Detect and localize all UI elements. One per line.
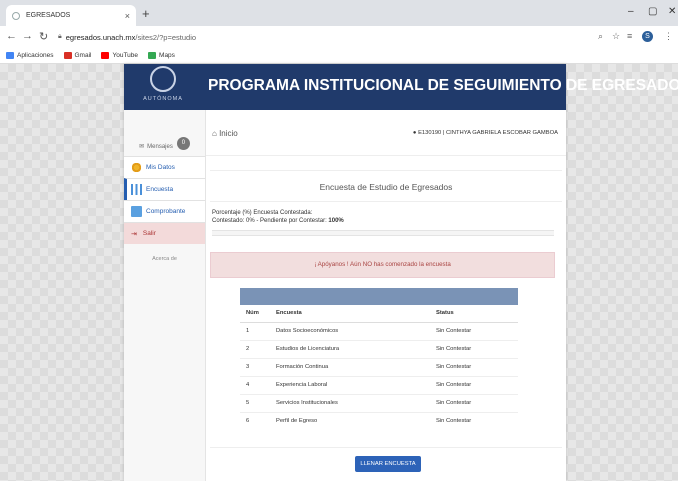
col-header-num: Núm <box>240 305 270 323</box>
llenar-encuesta-button[interactable]: LLENAR ENCUESTA <box>355 456 421 472</box>
col-header-status: Status <box>430 305 518 323</box>
progress-bar <box>212 230 554 236</box>
sidebar-item-salir[interactable]: ⇥ Salir <box>124 222 205 244</box>
cell-num: 3 <box>240 357 270 376</box>
url-host: egresados.unach.mx <box>65 32 136 42</box>
alert-message: ¡ Apóyanos ! Aún NO has comenzado la enc… <box>210 252 555 278</box>
address-bar[interactable]: 🔒︎ egresados.unach.mx /sites2/?p=estudio <box>58 30 598 44</box>
cell-status: Sin Contestar <box>430 357 518 376</box>
seal-emblem <box>150 66 176 92</box>
table-header-row: Núm Encuesta Status <box>240 305 518 323</box>
table-row: 1 Datos Socioeconómicos Sin Contestar <box>240 321 518 340</box>
cell-num: 2 <box>240 339 270 358</box>
home-icon: ⌂ <box>212 129 217 138</box>
gears-icon <box>131 162 142 173</box>
maps-icon <box>148 52 157 59</box>
new-tab-button[interactable]: + <box>142 6 150 21</box>
zoom-icon[interactable]: ⌕ <box>598 31 603 42</box>
cell-num: 4 <box>240 375 270 394</box>
button-area: LLENAR ENCUESTA <box>210 447 562 472</box>
back-icon[interactable]: ← <box>6 30 17 42</box>
cell-num: 5 <box>240 393 270 412</box>
table-row: 3 Formación Continua Sin Contestar <box>240 357 518 376</box>
youtube-icon <box>101 52 110 59</box>
sidebar-item-comprobante[interactable]: Comprobante <box>124 200 205 222</box>
survey-table: Núm Encuesta Status 1 Datos Socioeconómic… <box>240 288 518 430</box>
star-icon[interactable]: ☆ <box>612 31 620 42</box>
table-row: 4 Experiencia Laboral Sin Contestar <box>240 375 518 394</box>
page-title: PROGRAMA INSTITUCIONAL DE SEGUIMIENTO DE… <box>208 77 678 94</box>
apps-grid-icon <box>6 52 14 59</box>
user-info: ● E130190 | CINTHYA GABRIELA ESCOBAR GAM… <box>412 130 558 136</box>
minimize-icon[interactable]: – <box>628 6 634 17</box>
cell-encuesta: Servicios Institucionales <box>270 393 430 412</box>
table-row: 5 Servicios Institucionales Sin Contestar <box>240 393 518 412</box>
main-content: ⌂ Inicio ● E130190 | CINTHYA GABRIELA ES… <box>206 110 566 481</box>
university-logo: AUTÓNOMA <box>128 64 198 110</box>
cell-encuesta: Experiencia Laboral <box>270 375 430 394</box>
logout-icon: ⇥ <box>131 230 137 238</box>
bookmark-maps[interactable]: Maps <box>148 52 175 59</box>
cell-encuesta: Perfil de Egreso <box>270 411 430 430</box>
content-topbar: ⌂ Inicio ● E130190 | CINTHYA GABRIELA ES… <box>206 110 566 156</box>
menu-icon[interactable]: ⋮ <box>664 31 673 42</box>
messages-label: Mensajes <box>147 144 173 150</box>
cell-num: 6 <box>240 411 270 430</box>
browser-tab-bar: EGRESADOS × + – ▢ ✕ <box>0 0 678 26</box>
percent-label: Porcentaje (%) Encuesta Contestada: <box>212 210 313 216</box>
close-tab-icon[interactable]: × <box>125 11 130 21</box>
sidebar: ✉ Mensajes 0 Mis Datos Encuesta Comproba… <box>124 110 206 481</box>
content-container: AUTÓNOMA PROGRAMA INSTITUCIONAL DE SEGUI… <box>124 64 678 481</box>
bookmark-youtube[interactable]: YouTube <box>101 52 138 59</box>
cell-encuesta: Estudios de Licenciatura <box>270 339 430 358</box>
table-header-bar <box>240 288 518 305</box>
cell-status: Sin Contestar <box>430 411 518 430</box>
cell-status: Sin Contestar <box>430 393 518 412</box>
home-link[interactable]: ⌂ Inicio <box>212 129 238 138</box>
col-header-encuesta: Encuesta <box>270 305 430 323</box>
cell-status: Sin Contestar <box>430 339 518 358</box>
maximize-icon[interactable]: ▢ <box>648 6 657 17</box>
messages-count-badge: 0 <box>176 137 190 150</box>
globe-icon <box>12 11 20 20</box>
survey-title: Encuesta de Estudio de Egresados <box>210 170 562 202</box>
reload-icon[interactable]: ↻ <box>39 30 48 43</box>
bookmark-gmail[interactable]: Gmail <box>63 52 91 59</box>
bookmark-apps[interactable]: Aplicaciones <box>6 52 54 59</box>
browser-toolbar: ← → ↻ 🔒︎ egresados.unach.mx /sites2/?p=e… <box>0 26 678 48</box>
messages-link[interactable]: ✉ Mensajes 0 <box>124 110 205 156</box>
forward-icon[interactable]: → <box>22 30 33 42</box>
site-header: AUTÓNOMA PROGRAMA INSTITUCIONAL DE SEGUI… <box>124 64 678 110</box>
playlist-icon[interactable]: ≡ <box>627 31 632 41</box>
tab-title: EGRESADOS <box>26 12 71 19</box>
envelope-icon: ✉ <box>139 144 145 150</box>
lock-icon: 🔒︎ <box>58 33 62 40</box>
browser-tab[interactable]: EGRESADOS × <box>6 5 136 26</box>
page-background: AUTÓNOMA PROGRAMA INSTITUCIONAL DE SEGUI… <box>0 64 678 481</box>
user-icon: ● <box>412 130 417 136</box>
cell-encuesta: Datos Socioeconómicos <box>270 321 430 340</box>
status-line: Contestado: 0% - Pendiente por Contestar… <box>212 218 344 224</box>
table-row: 6 Perfil de Egreso Sin Contestar <box>240 411 518 430</box>
document-icon <box>131 206 142 217</box>
cell-num: 1 <box>240 321 270 340</box>
profile-avatar[interactable]: S <box>642 31 653 42</box>
cell-status: Sin Contestar <box>430 321 518 340</box>
cell-status: Sin Contestar <box>430 375 518 394</box>
bookmarks-bar: Aplicaciones Gmail YouTube Maps <box>0 48 678 64</box>
close-window-icon[interactable]: ✕ <box>668 6 676 17</box>
chart-icon <box>131 184 142 195</box>
sidebar-item-mis-datos[interactable]: Mis Datos <box>124 156 205 178</box>
url-path: /sites2/?p=estudio <box>135 32 197 42</box>
sidebar-item-encuesta[interactable]: Encuesta <box>124 178 205 200</box>
about-link[interactable]: Acerca de <box>124 256 205 262</box>
table-row: 2 Estudios de Licenciatura Sin Contestar <box>240 339 518 358</box>
gmail-icon <box>63 52 72 59</box>
cell-encuesta: Formación Continua <box>270 357 430 376</box>
